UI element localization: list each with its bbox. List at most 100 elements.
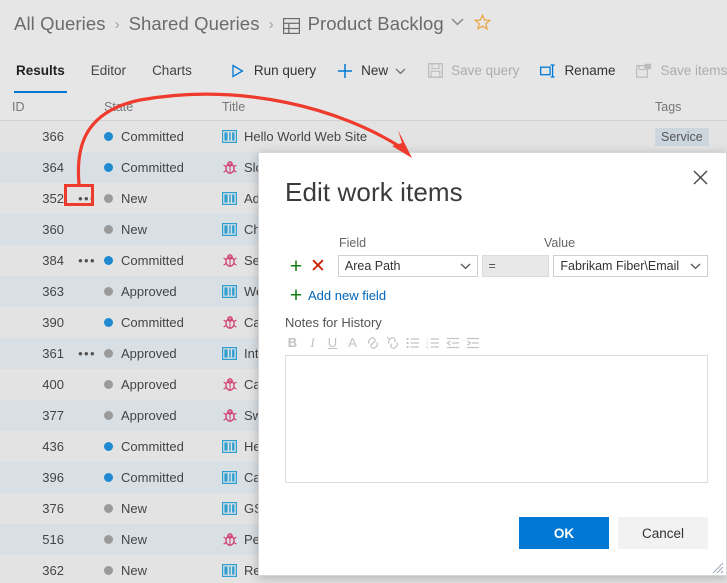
row-state: Committed: [102, 253, 220, 268]
state-dot-icon: [104, 349, 113, 358]
ellipsis-icon[interactable]: •••: [78, 191, 96, 206]
tab-charts[interactable]: Charts: [150, 49, 194, 93]
numbered-list-icon[interactable]: 1 2 3: [425, 334, 440, 351]
save-items-button: Save items: [635, 62, 727, 80]
row-state-label: New: [121, 532, 148, 547]
row-id: 400: [42, 377, 64, 392]
save-items-icon: [635, 62, 653, 80]
row-id: 360: [42, 222, 64, 237]
chevron-down-icon[interactable]: [395, 67, 406, 75]
value-dropdown[interactable]: Fabrikam Fiber\Email: [553, 255, 708, 277]
row-id: 436: [42, 439, 64, 454]
row-state: Approved: [102, 408, 220, 423]
row-id: 352: [42, 191, 64, 206]
value-dropdown-value: Fabrikam Fiber\Email: [560, 259, 680, 273]
link-icon[interactable]: [365, 334, 380, 351]
add-new-field-label: Add new field: [308, 288, 387, 303]
row-state: Committed: [102, 315, 220, 330]
svg-text:3: 3: [426, 344, 429, 348]
operator-field: =: [481, 255, 550, 277]
underline-icon[interactable]: U: [325, 334, 340, 351]
bold-icon[interactable]: B: [285, 334, 300, 351]
ellipsis-icon[interactable]: •••: [78, 253, 96, 268]
ok-button[interactable]: OK: [519, 517, 609, 549]
row-state-label: Approved: [121, 284, 177, 299]
command-bar: Results Editor Charts Run query New Save…: [0, 48, 727, 93]
backlog-item-icon: [222, 440, 237, 454]
row-state: New: [102, 563, 220, 578]
field-label: Field: [339, 236, 367, 250]
row-state: Committed: [102, 470, 220, 485]
row-state-label: Committed: [121, 439, 184, 454]
backlog-item-icon: [222, 502, 237, 516]
row-state: Committed: [102, 439, 220, 454]
save-icon: [426, 62, 444, 80]
outdent-icon[interactable]: [445, 334, 460, 351]
row-id: 366: [42, 129, 64, 144]
row-id: 363: [42, 284, 64, 299]
tab-results[interactable]: Results: [14, 49, 67, 93]
resize-grip-icon[interactable]: [712, 561, 724, 574]
indent-icon[interactable]: [465, 334, 480, 351]
chevron-down-icon: [690, 262, 701, 270]
field-dropdown-value: Area Path: [344, 259, 401, 273]
row-state: Committed: [102, 160, 220, 175]
row-state: New: [102, 222, 220, 237]
state-dot-icon: [104, 163, 113, 172]
notes-for-history-label: Notes for History: [285, 315, 382, 330]
ellipsis-icon[interactable]: •••: [78, 346, 96, 361]
row-context-menu-button[interactable]: •••: [72, 253, 102, 268]
row-state-label: Approved: [121, 408, 177, 423]
dialog-title: Edit work items: [285, 177, 463, 207]
dialog-actions: OK Cancel: [519, 517, 708, 549]
rename-icon: [539, 62, 557, 80]
row-title-label: Hello World Web Site: [244, 129, 368, 144]
unlink-icon[interactable]: [385, 334, 400, 351]
close-icon[interactable]: [688, 165, 712, 189]
add-clause-icon[interactable]: +: [285, 256, 307, 277]
state-dot-icon: [104, 566, 113, 575]
bug-icon: [222, 533, 237, 547]
column-header-state[interactable]: State: [102, 100, 220, 114]
tag-chip: Service: [655, 127, 709, 146]
cancel-button[interactable]: Cancel: [618, 517, 708, 549]
row-title[interactable]: Hello World Web Site: [220, 129, 651, 144]
table-row[interactable]: 366 Committed Hello World Web Site Service: [0, 121, 727, 152]
row-state-label: New: [121, 563, 148, 578]
notes-for-history-input[interactable]: [285, 355, 708, 483]
tab-editor[interactable]: Editor: [89, 49, 128, 93]
row-context-menu-button[interactable]: •••: [72, 191, 102, 206]
breadcrumb-item-product-backlog[interactable]: Product Backlog: [308, 13, 444, 35]
save-query-button: Save query: [426, 62, 519, 80]
row-state-label: Committed: [121, 160, 184, 175]
run-query-button[interactable]: Run query: [229, 62, 316, 80]
column-header-id[interactable]: ID: [0, 100, 72, 114]
breadcrumb-item-all-queries[interactable]: All Queries: [14, 13, 106, 35]
state-dot-icon: [104, 132, 113, 141]
row-state: New: [102, 532, 220, 547]
chevron-down-icon[interactable]: [451, 13, 464, 31]
state-dot-icon: [104, 504, 113, 513]
run-query-label: Run query: [253, 63, 317, 78]
backlog-item-icon: [222, 347, 237, 361]
clause-row: + ✕ Area Path = Fabrikam Fiber\Email: [285, 255, 708, 277]
clear-format-icon[interactable]: A: [345, 334, 360, 351]
italic-icon[interactable]: I: [305, 334, 320, 351]
chevron-down-icon: [460, 262, 471, 270]
row-context-menu-button[interactable]: •••: [72, 346, 102, 361]
field-dropdown[interactable]: Area Path: [337, 255, 478, 277]
row-id: 384: [42, 253, 64, 268]
rename-button[interactable]: Rename: [539, 62, 615, 80]
column-header-title[interactable]: Title: [220, 100, 651, 114]
bullet-list-icon[interactable]: [405, 334, 420, 351]
state-dot-icon: [104, 225, 113, 234]
new-button[interactable]: New: [336, 62, 406, 80]
add-new-field-button[interactable]: + Add new field: [285, 285, 708, 306]
breadcrumb-item-shared-queries[interactable]: Shared Queries: [129, 13, 260, 35]
clause-labels: Field Value: [285, 236, 708, 253]
row-state: Approved: [102, 377, 220, 392]
remove-clause-icon[interactable]: ✕: [307, 257, 329, 276]
column-header-tags[interactable]: Tags: [651, 100, 727, 114]
bug-icon: [222, 378, 237, 392]
star-outline-icon[interactable]: [473, 13, 492, 36]
